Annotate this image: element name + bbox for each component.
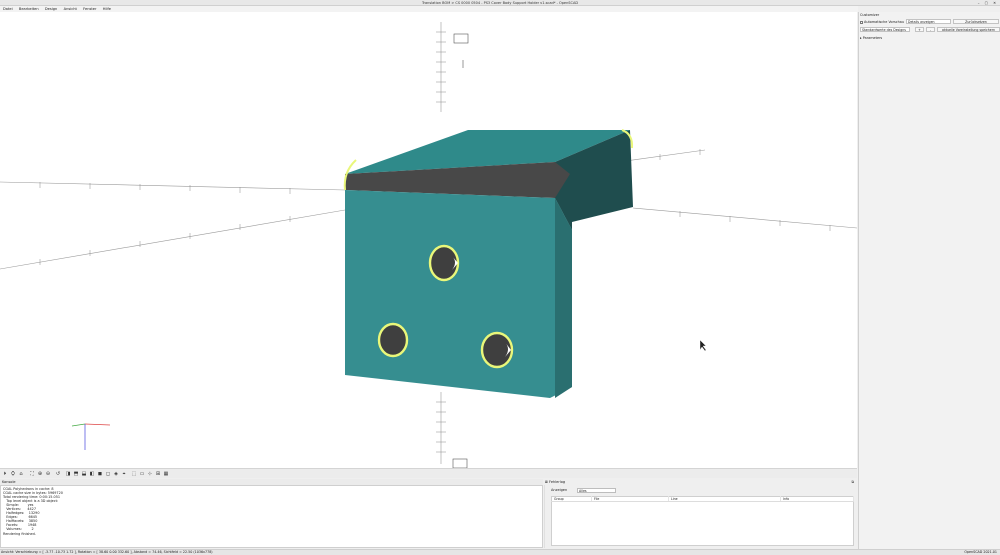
- view-diagonal-icon[interactable]: ◈: [113, 471, 119, 477]
- auto-preview-label: Automatische Vorschau: [864, 20, 904, 24]
- bracket-model: [343, 129, 634, 398]
- filter-value: Alles: [579, 489, 587, 493]
- console-title: Konsole: [2, 480, 16, 484]
- show-label: Anzeigen: [551, 488, 568, 492]
- perspective-icon[interactable]: ⬚: [131, 471, 137, 477]
- auto-preview-checkbox[interactable]: Automatische Vorschau: [860, 20, 904, 24]
- parameters-section[interactable]: ▸ Parameters: [860, 36, 882, 40]
- details-select-value: Details anzeigen: [908, 20, 935, 24]
- filter-select[interactable]: Alles: [577, 488, 616, 493]
- error-log-title: Fehlerlog: [549, 480, 566, 484]
- error-log-table: Group File Line Info: [551, 496, 854, 546]
- view-right-icon[interactable]: ◨: [65, 471, 71, 477]
- status-view-info: Ansicht: Verschiebung = [ -3.77 -10.73 1…: [1, 550, 213, 554]
- customizer-title: Customizer: [860, 13, 880, 17]
- parameters-label: Parameters: [862, 36, 883, 40]
- console-output[interactable]: CGAL Polyhedrons in cache: 8 CGAL cache …: [0, 485, 543, 548]
- status-bar: Ansicht: Verschiebung = [ -3.77 -10.73 1…: [0, 549, 1000, 555]
- axes-gizmo: [71, 423, 111, 450]
- viewport-canvas[interactable]: [0, 12, 857, 468]
- orthogonal-icon[interactable]: ▭: [139, 471, 145, 477]
- checkbox-checked[interactable]: [860, 20, 863, 24]
- window-controls[interactable]: – ▢ ✕: [978, 1, 998, 5]
- console-line: Rendering finished.: [3, 531, 36, 536]
- preview-icon[interactable]: ⏵: [2, 471, 8, 477]
- view-top-icon[interactable]: ⬒: [73, 471, 79, 477]
- customizer-panel: Customizer Automatische Vorschau Details…: [858, 12, 1000, 549]
- view-front-icon[interactable]: ◼: [97, 471, 103, 477]
- save-preset-button[interactable]: aktuelle Voreinstellung speichern: [937, 27, 1000, 32]
- zoom-all-icon[interactable]: ⛶: [29, 471, 35, 477]
- zoom-in-icon[interactable]: ⊕: [37, 471, 43, 477]
- view-toolbar: ⏵ ⛭ ⌂ ⛶ ⊕ ⊖ ↺ ◨ ⬒ ⬓ ◧ ◼ ◻ ◈ ⌖ ⬚ ▭ ⊹ ⊞ ▦: [0, 468, 857, 478]
- mouse-cursor: [699, 339, 707, 352]
- float-icon[interactable]: ⧉: [852, 479, 855, 485]
- view-bottom-icon[interactable]: ⬓: [81, 471, 87, 477]
- status-version: OpenSCAD 2021.01: [964, 550, 997, 554]
- view-left-icon[interactable]: ◧: [89, 471, 95, 477]
- preset-select-value: Standardwerte des Designs: [862, 28, 906, 32]
- show-axes-icon[interactable]: ⊹: [147, 471, 153, 477]
- error-log-empty-area: [552, 502, 854, 546]
- error-log-header: ⊠ Fehlerlog ⧉: [545, 479, 857, 485]
- export-stl-icon[interactable]: ⌂: [18, 471, 24, 477]
- render-icon[interactable]: ⛭: [10, 471, 16, 477]
- window-title: Translation BOM > CS 0000 0504 - PS3 Cov…: [421, 1, 579, 5]
- model-front-face: [345, 190, 572, 398]
- show-scale-icon[interactable]: ⊞: [155, 471, 161, 477]
- reset-button[interactable]: Zurücksetzen: [953, 19, 999, 24]
- show-edges-icon[interactable]: ▦: [163, 471, 169, 477]
- view-back-icon[interactable]: ◻: [105, 471, 111, 477]
- details-select[interactable]: Details anzeigen: [906, 19, 951, 24]
- add-preset-button[interactable]: +: [915, 27, 924, 32]
- error-log-panel: ⊠ Fehlerlog ⧉ Anzeigen Alles Group File …: [545, 479, 857, 548]
- 3d-viewport[interactable]: [0, 12, 857, 468]
- close-icon[interactable]: ⊠: [545, 479, 548, 485]
- view-center-icon[interactable]: ⌖: [121, 471, 127, 477]
- zoom-out-icon[interactable]: ⊖: [45, 471, 51, 477]
- model-leg-side: [555, 198, 572, 398]
- reset-view-icon[interactable]: ↺: [55, 471, 61, 477]
- preset-select[interactable]: Standardwerte des Designs: [860, 27, 910, 32]
- remove-preset-button[interactable]: -: [926, 27, 935, 32]
